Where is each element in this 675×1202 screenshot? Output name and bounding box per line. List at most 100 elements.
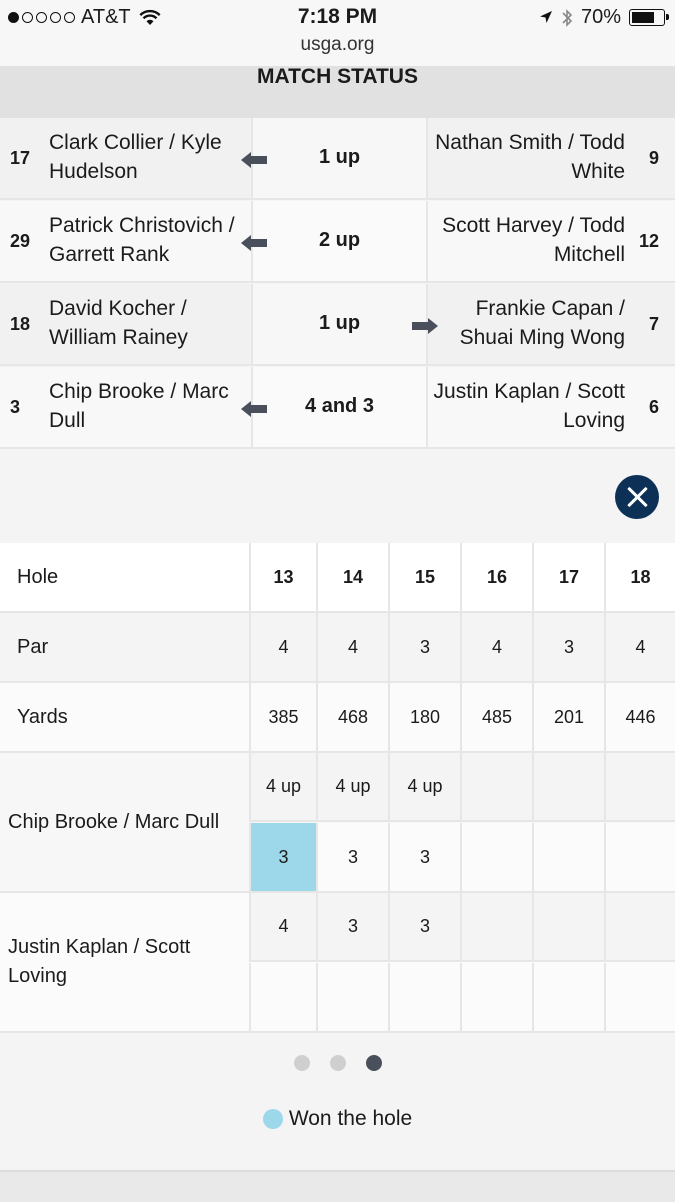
par-row: Par 4 4 3 4 3 4 (0, 613, 675, 683)
status-cell: 3 (316, 893, 388, 960)
location-icon (539, 11, 552, 23)
par-value: 3 (388, 613, 460, 681)
left-seed: 17 (10, 148, 31, 168)
score-cell (460, 963, 532, 1031)
team-scores-row (249, 963, 675, 1031)
legend-label: Won the hole (288, 1107, 413, 1130)
hole-number: 15 (388, 543, 460, 611)
score-cell (604, 963, 675, 1031)
par-value: 4 (316, 613, 388, 681)
yards-value: 446 (604, 683, 675, 751)
match-status-header: MATCH STATUS (0, 66, 675, 118)
par-value: 4 (460, 613, 532, 681)
team-name: Justin Kaplan / Scott Loving (8, 936, 191, 987)
pager-dot-active[interactable] (365, 1055, 382, 1071)
yards-value: 468 (316, 683, 388, 751)
match-result: 4 and 3 (305, 395, 374, 417)
status-right: 70% (539, 6, 669, 29)
right-team: Nathan Smith / Todd White (435, 131, 625, 183)
match-result-cell: 2 up (241, 201, 428, 281)
status-cell: 4 (249, 893, 316, 960)
right-seed: 6 (648, 397, 659, 417)
status-cell (460, 753, 532, 820)
pager-dot[interactable] (329, 1055, 346, 1071)
hole-number: 13 (249, 543, 316, 611)
status-cell: 3 (388, 893, 460, 960)
status-cell (604, 753, 675, 820)
url-bar[interactable]: usga.org (0, 34, 675, 66)
yards-value: 485 (460, 683, 532, 751)
match-status-title: MATCH STATUS (257, 65, 418, 88)
score-cell: 3 (316, 823, 388, 891)
match-row[interactable]: 3 Chip Brooke / Marc Dull 4 and 3 Justin… (0, 367, 675, 449)
hole-number: 16 (460, 543, 532, 611)
score-cell (388, 963, 460, 1031)
right-seed: 9 (648, 148, 659, 168)
status-cell (604, 893, 675, 960)
left-seed: 18 (10, 314, 31, 334)
close-icon[interactable] (615, 475, 659, 519)
yards-value: 385 (249, 683, 316, 751)
right-team: Frankie Capan / Shuai Ming Wong (459, 297, 625, 349)
left-team: David Kocher / William Rainey (49, 297, 188, 349)
left-team: Clark Collier / Kyle Hudelson (49, 131, 222, 183)
status-cell: 4 up (316, 753, 388, 820)
team-scores-row: 3 3 3 (249, 823, 675, 891)
status-cell: 4 up (388, 753, 460, 820)
right-team: Justin Kaplan / Scott Loving (433, 380, 625, 432)
match-row[interactable]: 29 Patrick Christovich / Garrett Rank 2 … (0, 201, 675, 283)
score-cell (249, 963, 316, 1031)
match-row[interactable]: 18 David Kocher / William Rainey 1 up Fr… (0, 284, 675, 366)
pager-dot[interactable] (293, 1055, 310, 1071)
par-value: 3 (532, 613, 604, 681)
status-cell: 4 up (249, 753, 316, 820)
hole-row: Hole 13 14 15 16 17 18 (0, 543, 675, 613)
match-row[interactable]: 17 Clark Collier / Kyle Hudelson 1 up Na… (0, 118, 675, 200)
right-seed: 12 (638, 231, 659, 251)
yards-row: Yards 385 468 180 485 201 446 (0, 683, 675, 753)
team-name: Chip Brooke / Marc Dull (8, 810, 220, 833)
match-result-cell: 1 up (241, 118, 428, 198)
status-cell (460, 893, 532, 960)
score-cell (532, 823, 604, 891)
bottom-bar (0, 1170, 675, 1202)
yards-label: Yards (17, 705, 68, 728)
yards-value: 201 (532, 683, 604, 751)
par-value: 4 (249, 613, 316, 681)
match-result: 1 up (318, 312, 361, 334)
legend: Won the hole (0, 1107, 675, 1131)
team-score-block: Chip Brooke / Marc Dull 4 up 4 up 4 up 3… (0, 753, 675, 893)
score-cell (316, 963, 388, 1031)
score-cell (460, 823, 532, 891)
par-value: 4 (604, 613, 675, 681)
match-result: 1 up (318, 146, 361, 168)
score-cell (532, 963, 604, 1031)
team-status-row: 4 up 4 up 4 up (249, 753, 675, 822)
score-cell (604, 823, 675, 891)
battery-percent: 70% (580, 6, 621, 28)
status-bar: AT&T 7:18 PM 70% (0, 0, 675, 34)
match-result: 2 up (318, 229, 361, 251)
status-cell (532, 893, 604, 960)
left-team: Chip Brooke / Marc Dull (49, 380, 229, 432)
bluetooth-icon (562, 8, 573, 27)
right-seed: 7 (648, 314, 659, 334)
carousel-pager (0, 1055, 675, 1071)
left-team: Patrick Christovich / Garrett Rank (49, 214, 235, 266)
left-seed: 3 (10, 397, 21, 417)
par-label: Par (17, 635, 49, 658)
score-cell-won: 3 (249, 823, 316, 891)
hole-number: 14 (316, 543, 388, 611)
status-cell (532, 753, 604, 820)
match-result-cell: 4 and 3 (241, 367, 428, 447)
scorecard: Hole 13 14 15 16 17 18 Par 4 4 3 4 3 4 Y… (0, 543, 675, 1033)
team-status-row: 4 3 3 (249, 893, 675, 962)
team-score-block: Justin Kaplan / Scott Loving 4 3 3 (0, 893, 675, 1033)
hole-label: Hole (17, 565, 59, 588)
url-domain: usga.org (300, 34, 375, 55)
score-cell: 3 (388, 823, 460, 891)
won-swatch (262, 1109, 283, 1129)
battery-icon (629, 9, 669, 26)
match-result-cell: 1 up (251, 284, 438, 364)
left-seed: 29 (10, 231, 31, 251)
